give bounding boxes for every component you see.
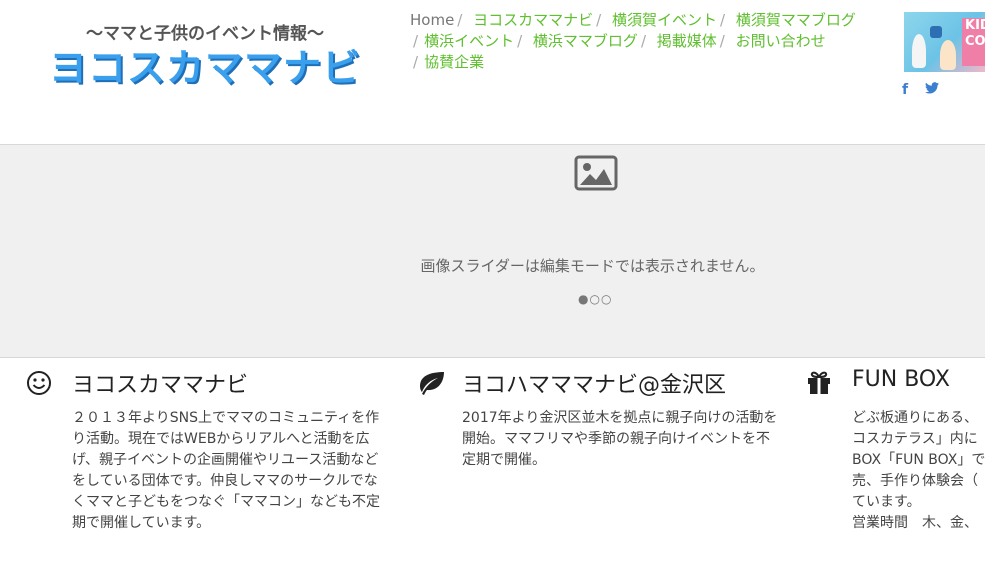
slider-message: 画像スライダーは編集モードでは表示されません。 xyxy=(420,257,765,275)
site-logo[interactable]: 〜ママと子供のイベント情報〜 ヨコスカママナビ xyxy=(40,22,370,90)
logo-title: ヨコスカママナビ xyxy=(48,46,361,90)
feature-text: 2017年より金沢区並木を拠点に親子向けの活動を開始。ママフリマや季節の親子向け… xyxy=(462,410,778,468)
facebook-icon[interactable]: f xyxy=(902,82,908,98)
nav-separator: / xyxy=(413,53,419,71)
banner-figure xyxy=(940,40,956,70)
smile-icon xyxy=(26,370,52,396)
image-slider: 画像スライダーは編集モードでは表示されません。 ●○○ xyxy=(0,144,985,358)
feature-title: ヨコスカママナビ xyxy=(72,373,249,398)
feature-text: どぶ板通りにある、 コスカテラス」内に BOX「FUN BOX」で 売、手作り体… xyxy=(852,410,985,531)
banner-figure xyxy=(930,26,942,38)
nav-separator: / xyxy=(719,32,725,50)
feature-title: FUN BOX xyxy=(852,367,950,392)
leaf-icon xyxy=(416,370,444,396)
nav-yokosuka-mamanavi[interactable]: ヨコスカママナビ xyxy=(473,11,593,29)
kids-banner-image[interactable]: KID CO xyxy=(904,12,985,72)
twitter-icon[interactable] xyxy=(924,82,939,98)
image-placeholder-icon xyxy=(574,155,618,195)
nav-yokosuka-blog[interactable]: 横須賀ママブログ xyxy=(736,11,856,29)
nav-home[interactable]: Home xyxy=(410,11,454,29)
gift-icon xyxy=(806,370,832,396)
nav-yokosuka-events[interactable]: 横須賀イベント xyxy=(612,11,717,29)
nav-media[interactable]: 掲載媒体 xyxy=(657,32,717,50)
feature-text: ２０１３年よりSNS上でママのコミュニティを作り活動。現在ではWEBからリアルへ… xyxy=(72,410,380,531)
feature-title: ヨコハマママナビ@金沢区 xyxy=(462,373,727,398)
nav-separator: / xyxy=(413,32,419,50)
nav-separator: / xyxy=(640,32,646,50)
nav-yokohama-events[interactable]: 横浜イベント xyxy=(424,32,514,50)
main-nav: Home / ヨコスカママナビ / 横須賀イベント / 横須賀ママブログ / 横浜イベン… xyxy=(410,10,880,73)
nav-contact[interactable]: お問い合わせ xyxy=(736,32,826,50)
nav-separator: / xyxy=(517,32,523,50)
social-links: f xyxy=(902,82,951,98)
nav-separator: / xyxy=(457,11,463,29)
nav-yokohama-blog[interactable]: 横浜ママブログ xyxy=(533,32,638,50)
logo-subtitle: 〜ママと子供のイベント情報〜 xyxy=(86,24,324,44)
slider-dots[interactable]: ●○○ xyxy=(578,292,612,306)
banner-text: KID CO xyxy=(962,18,985,66)
nav-separator: / xyxy=(720,11,726,29)
banner-figure xyxy=(912,34,926,68)
nav-separator: / xyxy=(596,11,602,29)
nav-sponsors[interactable]: 協賛企業 xyxy=(424,53,484,71)
